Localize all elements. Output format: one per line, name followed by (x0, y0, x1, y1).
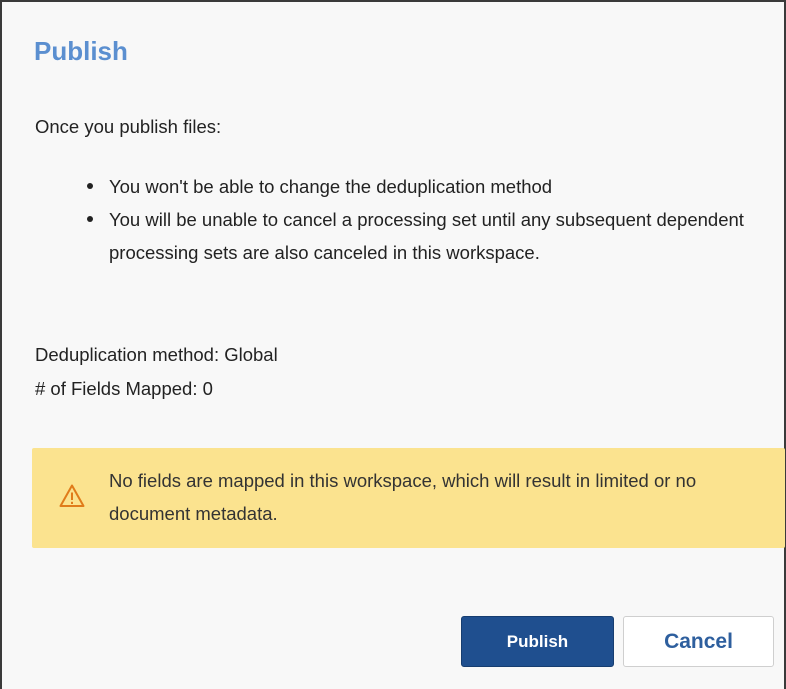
warning-message: No fields are mapped in this workspace, … (109, 470, 697, 524)
intro-text: Once you publish files: (35, 116, 222, 137)
list-item-text: You will be unable to cancel a processin… (109, 209, 744, 263)
bullet-icon (87, 183, 93, 189)
deduplication-method-text: Deduplication method: Global (35, 344, 278, 365)
dialog-title: Publish (34, 36, 128, 66)
publish-info: Deduplication method: Global # of Fields… (35, 338, 278, 406)
warning-banner: No fields are mapped in this workspace, … (32, 448, 785, 548)
bullet-icon (87, 216, 93, 222)
publish-dialog: Publish Once you publish files: You won'… (0, 0, 786, 689)
warning-triangle-icon (59, 484, 85, 507)
list-item-text: You won't be able to change the deduplic… (109, 176, 553, 197)
list-item: You won't be able to change the deduplic… (80, 170, 770, 203)
list-item: You will be unable to cancel a processin… (80, 203, 770, 269)
cancel-button[interactable]: Cancel (623, 616, 774, 667)
consequences-list: You won't be able to change the deduplic… (80, 170, 770, 269)
fields-mapped-text: # of Fields Mapped: 0 (35, 378, 213, 399)
publish-button[interactable]: Publish (461, 616, 614, 667)
